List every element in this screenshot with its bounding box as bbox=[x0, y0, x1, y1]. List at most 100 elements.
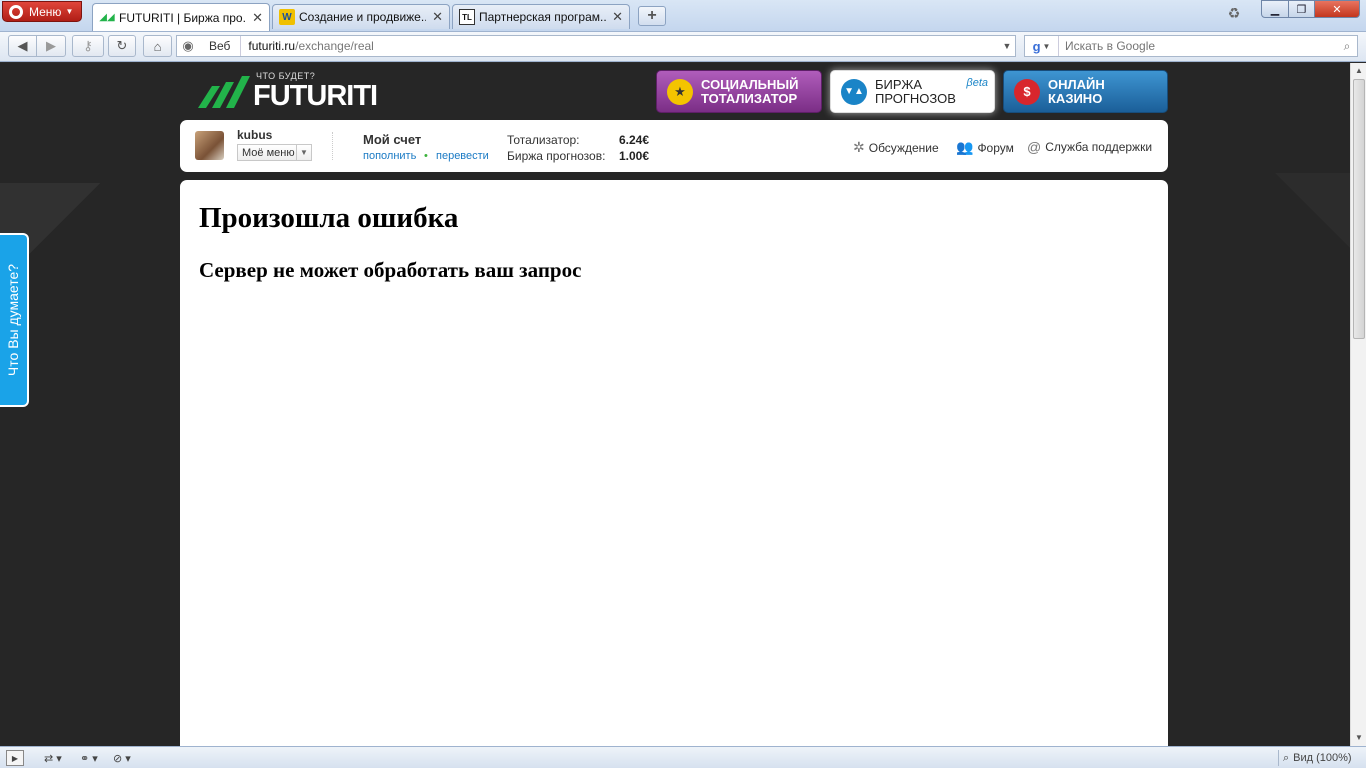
home-icon: ⌂ bbox=[153, 38, 162, 54]
w-site-icon: W bbox=[279, 9, 295, 25]
users-icon: 👥 bbox=[956, 139, 974, 155]
unite-button[interactable]: ⚭ ▾ bbox=[80, 750, 98, 766]
bullet-icon: • bbox=[424, 150, 428, 162]
product-casino-button[interactable]: $ Онлайн казино bbox=[1003, 70, 1168, 113]
my-menu-dropdown[interactable]: Моё меню ▼ bbox=[237, 144, 312, 161]
error-message: Сервер не может обработать ваш запрос bbox=[199, 258, 582, 282]
close-icon[interactable]: ✕ bbox=[252, 10, 263, 26]
back-button[interactable]: ◀ bbox=[8, 35, 37, 57]
balance-label-exchange: Биржа прогнозов: bbox=[507, 149, 606, 163]
tab-futuriti[interactable]: ◢◢ FUTURITI | Биржа про... ✕ bbox=[92, 3, 270, 31]
minimize-button[interactable]: ▁ bbox=[1261, 0, 1289, 18]
tab-partner[interactable]: TL Партнерская програм... ✕ bbox=[452, 4, 630, 29]
share-icon: ⚭ ▾ bbox=[80, 752, 98, 765]
tab-title: FUTURITI | Биржа про... bbox=[119, 10, 247, 25]
username[interactable]: kubus bbox=[237, 128, 272, 142]
reload-icon: ↻ bbox=[116, 38, 128, 53]
balance-value-exchange: 1.00€ bbox=[619, 149, 650, 163]
futuriti-logo-icon: ◢◢ bbox=[99, 12, 115, 23]
zoom-label: Вид (100%) bbox=[1293, 752, 1352, 764]
chevron-down-icon[interactable]: ▼ bbox=[999, 41, 1015, 51]
tab-bar: Меню ▼ ◢◢ FUTURITI | Биржа про... ✕ W Со… bbox=[0, 0, 1366, 32]
search-box: g▼ ⌕ bbox=[1024, 35, 1358, 57]
opera-logo-icon bbox=[9, 4, 23, 19]
dollar-chip-icon: $ bbox=[1014, 78, 1040, 105]
wand-button[interactable]: ⚷ bbox=[72, 35, 104, 57]
triangles-icon: ▼▲ bbox=[841, 78, 867, 105]
product-label: Онлайн казино bbox=[1048, 76, 1105, 106]
logo-name: FUTURITI bbox=[253, 80, 378, 112]
product-label: Социальный тотализатор bbox=[701, 76, 799, 106]
arrow-left-icon: ◀ bbox=[17, 38, 28, 53]
sync-button[interactable]: ⇄ ▾ bbox=[44, 750, 62, 766]
product-label: Биржа прогнозов bbox=[875, 76, 956, 106]
my-menu-label: Моё меню bbox=[242, 146, 295, 159]
restore-icon: ❐ bbox=[1296, 3, 1307, 16]
balance-label-tote: Тотализатор: bbox=[507, 133, 580, 147]
address-scheme-label: Веб bbox=[199, 36, 242, 56]
chevron-down-icon: ▼ bbox=[65, 7, 74, 16]
chevron-down-icon: ▼ bbox=[296, 145, 311, 160]
tab-seo[interactable]: W Создание и продвиже... ✕ bbox=[272, 4, 450, 29]
address-bar[interactable]: ◉ Веб futuriti.ru/exchange/real ▼ bbox=[176, 35, 1016, 57]
star-icon: ★ bbox=[667, 78, 693, 105]
plus-icon: + bbox=[647, 7, 657, 24]
scroll-thumb[interactable] bbox=[1353, 79, 1365, 339]
close-icon[interactable]: ✕ bbox=[432, 9, 443, 25]
avatar[interactable] bbox=[195, 131, 224, 160]
window-close-button[interactable]: ✕ bbox=[1314, 0, 1360, 18]
forward-button[interactable]: ▶ bbox=[36, 35, 66, 57]
globe-icon: ◉ bbox=[182, 38, 194, 53]
search-input[interactable] bbox=[1059, 39, 1337, 53]
feedback-tab[interactable]: Что Вы думаете? bbox=[0, 233, 29, 407]
main-content: Произошла ошибка Сервер не может обработ… bbox=[180, 180, 1168, 746]
transfer-link[interactable]: перевести bbox=[436, 150, 489, 162]
panel-toggle-button[interactable]: ▶ bbox=[6, 750, 24, 766]
divider bbox=[332, 132, 333, 160]
topup-link[interactable]: пополнить bbox=[363, 150, 416, 162]
sync-icon: ⇄ ▾ bbox=[44, 752, 62, 765]
address-url[interactable]: futuriti.ru/exchange/real bbox=[241, 39, 999, 53]
close-icon: ✕ bbox=[1332, 3, 1342, 16]
scroll-up-icon[interactable]: ▲ bbox=[1351, 63, 1366, 79]
key-icon: ⚷ bbox=[83, 38, 93, 53]
scroll-down-icon[interactable]: ▼ bbox=[1351, 730, 1366, 746]
reload-button[interactable]: ↻ bbox=[108, 35, 136, 57]
home-button[interactable]: ⌂ bbox=[143, 35, 172, 57]
vertical-scrollbar[interactable]: ▲ ▼ bbox=[1350, 63, 1366, 746]
account-title: Мой счет bbox=[363, 132, 422, 147]
search-icon[interactable]: ⌕ bbox=[1337, 39, 1357, 54]
gear-icon: ✲ bbox=[853, 139, 865, 155]
maximize-button[interactable]: ❐ bbox=[1288, 0, 1315, 18]
forum-link[interactable]: 👥 Форум bbox=[956, 139, 1014, 156]
menu-label: Меню bbox=[29, 4, 62, 19]
zoom-control[interactable]: ⌕ Вид (100%) bbox=[1278, 750, 1362, 766]
turbo-button[interactable]: ⊘ ▾ bbox=[113, 750, 131, 766]
beta-badge: βeta bbox=[966, 77, 988, 89]
turbo-icon: ⊘ ▾ bbox=[113, 752, 131, 765]
arrow-right-icon: ▶ bbox=[46, 38, 56, 53]
error-title: Произошла ошибка bbox=[199, 202, 459, 234]
site-logo[interactable]: ЧТО БУДЕТ? FUTURITI bbox=[198, 68, 378, 112]
tab-title: Создание и продвиже... bbox=[299, 10, 427, 24]
trash-icon[interactable]: ♻ bbox=[1224, 5, 1244, 25]
address-path: /exchange/real bbox=[295, 39, 374, 53]
zoom-icon: ⌕ bbox=[1283, 751, 1290, 764]
close-icon[interactable]: ✕ bbox=[612, 9, 623, 25]
play-icon: ▶ bbox=[11, 753, 19, 763]
product-tote-button[interactable]: ★ Социальный тотализатор bbox=[656, 70, 822, 113]
at-icon: @ bbox=[1027, 139, 1042, 155]
user-bar: kubus Моё меню ▼ Мой счет пополнить • пе… bbox=[180, 120, 1168, 172]
product-exchange-button[interactable]: ▼▲ Биржа прогнозов βeta bbox=[830, 70, 995, 113]
tab-title: Партнерская програм... bbox=[479, 10, 607, 24]
opera-menu-button[interactable]: Меню ▼ bbox=[2, 1, 82, 22]
google-icon[interactable]: g ▼ bbox=[1025, 36, 1059, 56]
discussion-label: Обсуждение bbox=[868, 140, 939, 155]
status-bar: ▶ ⇄ ▾ ⚭ ▾ ⊘ ▾ ⌕ Вид (100%) bbox=[0, 746, 1366, 768]
tl-site-icon: TL bbox=[459, 9, 475, 25]
support-link[interactable]: @ Служба поддержки bbox=[1027, 139, 1152, 155]
navigation-bar: ◀ ▶ ⚷ ↻ ⌂ ◉ Веб futuriti.ru/exchange/rea… bbox=[0, 32, 1366, 62]
feedback-label: Что Вы думаете? bbox=[5, 263, 22, 377]
discussion-link[interactable]: ✲ Обсуждение bbox=[853, 139, 939, 156]
new-tab-button[interactable]: + bbox=[638, 6, 666, 26]
